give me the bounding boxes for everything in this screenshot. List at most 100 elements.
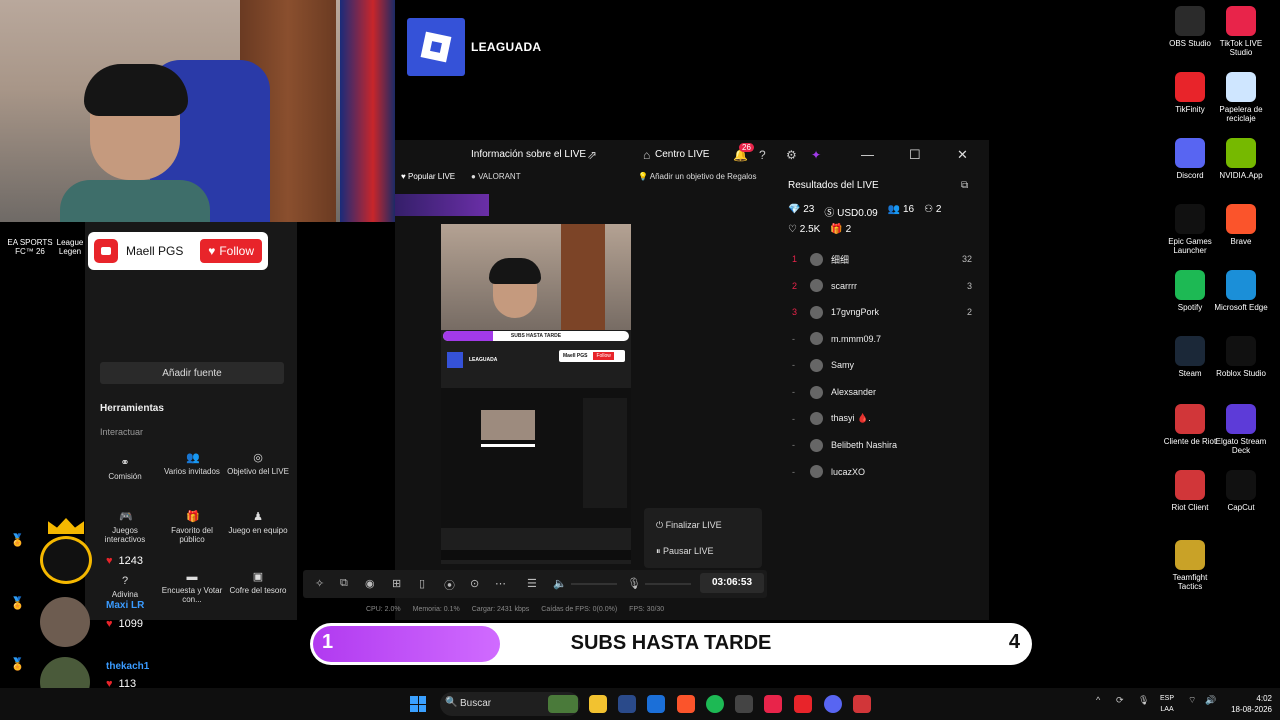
windows-start-icon[interactable] <box>410 696 426 712</box>
taskbar-tikfinity-icon[interactable] <box>794 695 812 713</box>
desktop-icon[interactable]: Elgato Stream Deck <box>1211 404 1271 455</box>
desktop-icon-label: Cliente de Riot <box>1163 437 1217 446</box>
end-live-button[interactable]: ⏻ Finalizar LIVE <box>656 520 722 531</box>
ranking-row[interactable]: - m.mmm09.7 <box>792 331 972 347</box>
camera-icon[interactable]: ⊙ <box>470 577 479 590</box>
language-indicator[interactable]: ESP LAA <box>1160 693 1174 715</box>
avatar <box>810 305 823 319</box>
desktop-icon[interactable]: Roblox Studio <box>1211 336 1271 378</box>
webcam-feed <box>0 0 395 222</box>
curtain <box>340 0 395 222</box>
desktop-icon[interactable]: TikTok LIVE Studio <box>1211 6 1271 57</box>
taskbar-obs-icon[interactable] <box>735 695 753 713</box>
ar-icon[interactable]: ◉ <box>365 577 375 590</box>
ranking-row[interactable]: 3 17gvngPork 2 <box>792 304 972 320</box>
help-icon[interactable]: ? <box>759 148 766 162</box>
ranking-row[interactable]: 1 细细 32 <box>792 251 972 267</box>
wifi-icon[interactable]: ⌔ <box>1188 695 1196 706</box>
taskbar-brave-icon[interactable] <box>677 695 695 713</box>
app-icon <box>1175 204 1205 234</box>
ranking-username: Belibeth Nashira <box>831 440 898 451</box>
tab-valorant[interactable]: ● VALORANT <box>471 172 521 186</box>
ranking-row[interactable]: - Samy <box>792 357 972 373</box>
avatar <box>810 465 823 479</box>
clock[interactable]: 4:02 18-08-2026 <box>1222 693 1272 715</box>
ranking-username: lucazXO <box>831 466 866 477</box>
tool-varios-invitados[interactable]: 👥 Varios invitados <box>161 453 223 477</box>
taskbar-spotify-icon[interactable] <box>706 695 724 713</box>
follow-button[interactable]: ♥ Follow <box>200 239 262 263</box>
desktop-icon-label: Brave <box>1230 237 1252 246</box>
desktop-icon[interactable]: Microsoft Edge <box>1211 270 1271 312</box>
tray-app-icon[interactable]: ⟳ <box>1116 695 1124 706</box>
mic-slider[interactable] <box>645 583 691 585</box>
desktop-icon[interactable]: Papelera de reciclaje <box>1211 72 1271 123</box>
taskbar-riot-icon[interactable] <box>853 695 871 713</box>
ranking-row[interactable]: - thasyi 🩸. <box>792 411 972 427</box>
tool-encuesta[interactable]: ▬ Encuesta y Votar con... <box>161 571 223 605</box>
record-icon[interactable]: ⦿ <box>444 577 455 593</box>
taskbar-explorer-icon[interactable] <box>589 695 607 713</box>
magic-icon[interactable]: ✧ <box>315 577 324 590</box>
ranking-username: m.mmm09.7 <box>831 333 882 344</box>
add-source-button[interactable]: Añadir fuente <box>100 362 284 384</box>
desktop-icon[interactable]: CapCut <box>1211 470 1271 512</box>
desktop-icon[interactable]: Teamfight Tactics <box>1160 540 1220 591</box>
maximize-button[interactable]: ☐ <box>909 147 921 163</box>
more-icon[interactable]: ⋯ <box>495 577 506 590</box>
tool-adivina[interactable]: ? Adivina <box>94 576 156 600</box>
phone-icon[interactable]: ▯ <box>419 577 425 590</box>
ranking-row[interactable]: - lucazXO <box>792 464 972 480</box>
popout-icon[interactable]: ⧉ <box>961 180 968 191</box>
tool-favorito-publico[interactable]: 🎁 Favorito del público <box>161 512 223 545</box>
add-icon[interactable]: ⊞ <box>392 577 401 590</box>
app-icon <box>1226 270 1256 300</box>
desktop-icon[interactable]: Brave <box>1211 204 1271 246</box>
dollar-icon: Ⓢ <box>824 208 835 219</box>
tray-chevron-icon[interactable]: ^ <box>1096 695 1100 705</box>
tool-juegos-interactivos[interactable]: 🎮 Juegos interactivos <box>94 512 156 545</box>
diamond-icon: 💎 <box>788 204 801 215</box>
tool-juego-equipo[interactable]: ♟ Juego en equipo <box>227 512 289 536</box>
mic-icon[interactable]: 🎙 <box>627 577 641 590</box>
stream-preview: SUBS HASTA TARDE LEAGUADA Maell PGS Follo… <box>441 224 631 564</box>
tool-cofre[interactable]: ▣ Cofre del tesoro <box>227 572 289 596</box>
centro-live-link[interactable]: Centro LIVE <box>655 149 709 160</box>
volume-slider[interactable] <box>571 583 617 585</box>
speaker-icon[interactable]: 🔈 <box>553 577 567 590</box>
taskbar-discord-icon[interactable] <box>824 695 842 713</box>
poll-icon: ▬ <box>186 571 198 583</box>
tool-comision[interactable]: ⚭ Comisión <box>94 458 156 482</box>
share-icon[interactable]: ⇗ <box>587 148 597 162</box>
tab-popular-live[interactable]: ♥ Popular LIVE <box>395 172 459 186</box>
effects-icon[interactable]: ✦ <box>811 148 821 162</box>
crown-icon <box>48 518 84 534</box>
mixer-icon[interactable]: ☰ <box>527 577 537 590</box>
taskbar-outlook-icon[interactable] <box>647 695 665 713</box>
tray-mic-icon[interactable]: 🎙 <box>1138 695 1149 706</box>
taskbar-store-icon[interactable] <box>618 695 636 713</box>
ranking-row[interactable]: 2 scarrrr 3 <box>792 278 972 294</box>
volume-icon[interactable]: 🔊 <box>1205 695 1216 706</box>
pause-live-button[interactable]: ⏸ Pausar LIVE <box>656 546 714 557</box>
desktop-icon-ea[interactable]: EA SPORTS FC™ 26 <box>0 238 60 256</box>
live-info-title[interactable]: Información sobre el LIVE <box>471 149 586 160</box>
results-title: Resultados del LIVE <box>788 180 879 191</box>
close-button[interactable]: ✕ <box>957 147 968 163</box>
desktop-icon-league[interactable]: League Legen <box>52 238 88 256</box>
taskbar-tiktok-icon[interactable] <box>764 695 782 713</box>
gift-goal-button[interactable]: 💡 Añadir un objetivo de Regalos <box>638 172 757 181</box>
ranking-score: 3 <box>966 280 972 291</box>
tool-objetivo-live[interactable]: ◎ Objetivo del LIVE <box>227 453 289 477</box>
ranking-row[interactable]: - Belibeth Nashira <box>792 437 972 453</box>
screen-icon[interactable]: ⧉ <box>340 577 348 590</box>
add-user-icon: ⚇ <box>924 204 934 215</box>
gear-icon[interactable]: ⚙ <box>786 148 797 162</box>
desktop-icon-label: Teamfight Tactics <box>1172 573 1208 591</box>
desktop-icon[interactable]: NVIDIA.App <box>1211 138 1271 180</box>
taskbar-widget[interactable] <box>548 695 578 713</box>
event-banner[interactable] <box>395 194 489 216</box>
ranking-username: scarrrr <box>831 280 857 291</box>
ranking-row[interactable]: - Alexsander <box>792 384 972 400</box>
minimize-button[interactable]: — <box>861 147 874 162</box>
